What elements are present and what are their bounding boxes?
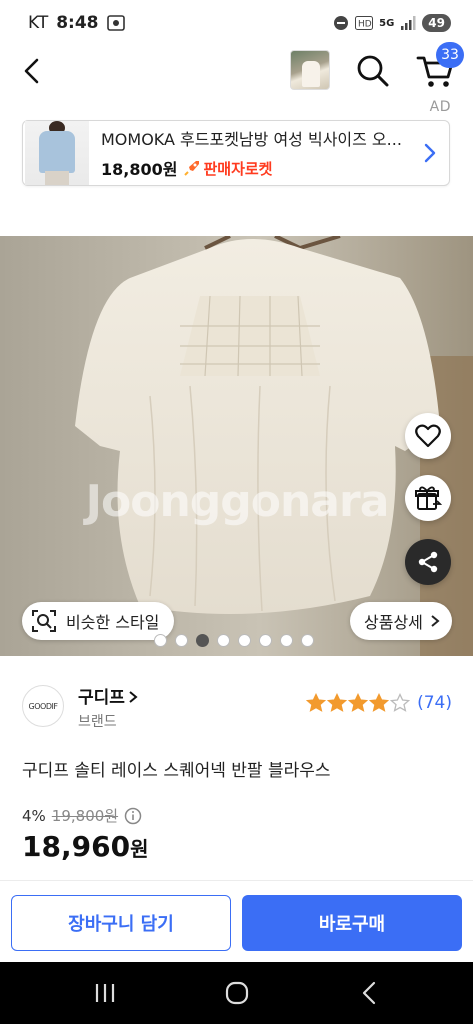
- chevron-right-icon: [431, 615, 440, 627]
- nav-recent-button[interactable]: [90, 980, 120, 1006]
- pagination-dot[interactable]: [175, 634, 188, 647]
- gallery-pagination: [154, 634, 314, 648]
- product-title: 구디프 솔티 레이스 스퀘어넥 반팔 블라우스: [22, 761, 331, 781]
- brand-sub-label: 브랜드: [78, 714, 117, 730]
- product-detail-label: 상품상세: [364, 613, 423, 632]
- final-price: 18,960원: [22, 830, 148, 863]
- signal-icon: [401, 16, 416, 30]
- back-icon: [24, 58, 39, 84]
- brand-link[interactable]: 구디프: [78, 683, 139, 708]
- dnd-icon: [334, 16, 349, 30]
- product-thumbnail-button[interactable]: [290, 50, 330, 90]
- carrier-label: KT: [28, 13, 49, 33]
- share-icon: [418, 551, 438, 573]
- ad-banner[interactable]: MOMOKA 후드포켓남방 여성 빅사이즈 오... 18,800원 판매자로켓: [22, 120, 450, 186]
- rocket-label: 판매자로켓: [203, 159, 273, 178]
- status-bar: KT 8:48 HD 5G 49: [0, 0, 473, 46]
- cart-count-badge: 33: [436, 42, 464, 68]
- product-detail-button[interactable]: 상품상세: [350, 602, 452, 640]
- final-price-value: 18,960: [22, 830, 131, 863]
- nav-home-button[interactable]: [222, 980, 252, 1006]
- hd-icon: HD: [355, 16, 374, 30]
- scan-icon: [32, 610, 56, 632]
- gift-button[interactable]: [405, 475, 451, 521]
- pagination-dot[interactable]: [217, 634, 230, 647]
- gift-icon: [415, 486, 442, 510]
- star-icon: [327, 693, 348, 712]
- review-count[interactable]: (74): [417, 693, 452, 713]
- buy-now-button[interactable]: 바로구매: [242, 895, 462, 951]
- brand-logo-text: GOODIF: [28, 701, 58, 711]
- similar-style-button[interactable]: 비슷한 스타일: [22, 602, 174, 640]
- svg-text:HD: HD: [358, 20, 372, 30]
- product-photo: [0, 236, 473, 656]
- network-label: 5G: [379, 17, 395, 29]
- star-rating: [306, 693, 411, 713]
- pagination-dot[interactable]: [259, 634, 272, 647]
- pagination-dot[interactable]: [301, 634, 314, 647]
- chevron-right-icon: [129, 691, 138, 703]
- heart-icon: [415, 424, 441, 448]
- price-original-row: 4% 19,800원: [22, 805, 142, 826]
- star-icon: [348, 693, 369, 712]
- seller-rocket-badge: 판매자로켓: [183, 158, 272, 179]
- ad-title: MOMOKA 후드포켓남방 여성 빅사이즈 오...: [101, 130, 402, 149]
- nav-recent-icon: [95, 984, 115, 1002]
- clock: 8:48: [56, 13, 99, 33]
- bottom-action-bar: 장바구니 담기 바로구매: [0, 880, 473, 962]
- product-image-gallery[interactable]: [0, 236, 473, 656]
- similar-style-label: 비슷한 스타일: [66, 613, 160, 632]
- pagination-dot[interactable]: [154, 634, 167, 647]
- ad-product-image: [25, 121, 89, 185]
- pagination-dot[interactable]: [196, 634, 209, 647]
- rating[interactable]: (74): [306, 693, 452, 713]
- star-icon: [390, 693, 411, 712]
- brand-row: GOODIF 구디프 브랜드 (74): [22, 683, 452, 730]
- info-icon[interactable]: [124, 807, 142, 825]
- back-button[interactable]: [16, 54, 50, 88]
- discount-rate: 4%: [22, 806, 46, 825]
- like-button[interactable]: [405, 413, 451, 459]
- chevron-right-icon: [424, 143, 436, 163]
- watermark-text: Joonggonara: [85, 476, 390, 527]
- nav-home-icon: [225, 981, 249, 1005]
- ad-label: AD: [429, 99, 451, 115]
- battery-indicator: 49: [422, 14, 451, 32]
- pagination-dot[interactable]: [280, 634, 293, 647]
- top-nav: 33: [0, 42, 473, 98]
- nav-back-icon: [362, 981, 376, 1005]
- add-to-cart-button[interactable]: 장바구니 담기: [11, 895, 231, 951]
- pagination-dot[interactable]: [238, 634, 251, 647]
- search-button[interactable]: [354, 52, 392, 90]
- star-icon: [369, 693, 390, 712]
- star-icon: [306, 693, 327, 712]
- screenshot-icon: [106, 15, 125, 31]
- search-icon: [357, 55, 389, 87]
- share-button[interactable]: [405, 539, 451, 585]
- brand-name: 구디프: [78, 688, 125, 708]
- thumbnail-image: [302, 61, 320, 87]
- rocket-icon: [184, 161, 200, 176]
- ad-price: 18,800원: [101, 160, 178, 179]
- system-nav-bar: [0, 962, 473, 1024]
- currency-label: 원: [130, 837, 149, 861]
- brand-logo[interactable]: GOODIF: [22, 685, 64, 727]
- original-price: 19,800원: [51, 807, 119, 825]
- nav-back-button[interactable]: [355, 980, 385, 1006]
